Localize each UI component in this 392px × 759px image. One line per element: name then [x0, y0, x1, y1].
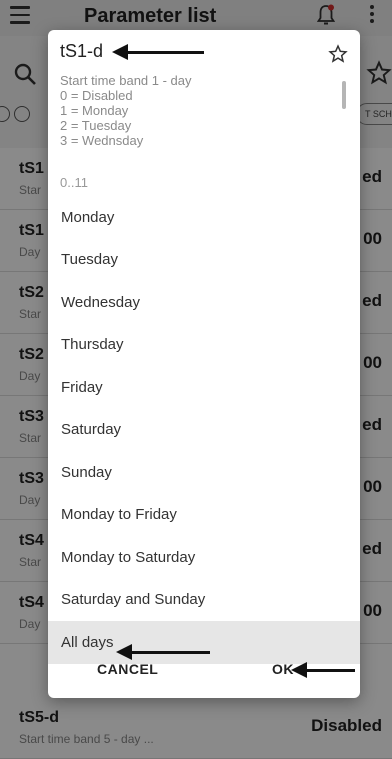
option-wednesday[interactable]: Wednesday [48, 281, 360, 324]
parameter-dialog: tS1-d Start time band 1 - day 0 = Disabl… [48, 30, 360, 698]
arrow-shaft [126, 50, 204, 54]
arrow-shaft [130, 650, 210, 654]
option-saturday[interactable]: Saturday [48, 409, 360, 452]
star-outline-icon[interactable] [328, 44, 348, 64]
option-friday[interactable]: Friday [48, 366, 360, 409]
option-monday-to-friday[interactable]: Monday to Friday [48, 494, 360, 537]
dialog-title: tS1-d [60, 41, 104, 61]
description-line: 1 = Monday [60, 103, 129, 118]
scrollbar[interactable] [342, 81, 346, 109]
value-range: 0..11 [60, 175, 88, 190]
annotation-arrow [112, 44, 204, 60]
cancel-button[interactable]: CANCEL [97, 661, 158, 677]
dialog-description: Start time band 1 - day 0 = Disabled 1 =… [60, 73, 192, 148]
description-line: 0 = Disabled [60, 88, 133, 103]
option-sunday[interactable]: Sunday [48, 451, 360, 494]
annotation-arrow [291, 662, 355, 678]
annotation-arrow [116, 644, 210, 660]
option-thursday[interactable]: Thursday [48, 324, 360, 367]
option-monday[interactable]: Monday [48, 196, 360, 239]
arrow-shaft [305, 668, 355, 672]
option-saturday-and-sunday[interactable]: Saturday and Sunday [48, 579, 360, 622]
description-line: 2 = Tuesday [60, 118, 132, 133]
description-line: Start time band 1 - day [60, 73, 192, 88]
option-list: Monday Tuesday Wednesday Thursday Friday… [48, 196, 360, 664]
description-line: 3 = Wednsday [60, 133, 144, 148]
option-monday-to-saturday[interactable]: Monday to Saturday [48, 536, 360, 579]
option-tuesday[interactable]: Tuesday [48, 239, 360, 282]
